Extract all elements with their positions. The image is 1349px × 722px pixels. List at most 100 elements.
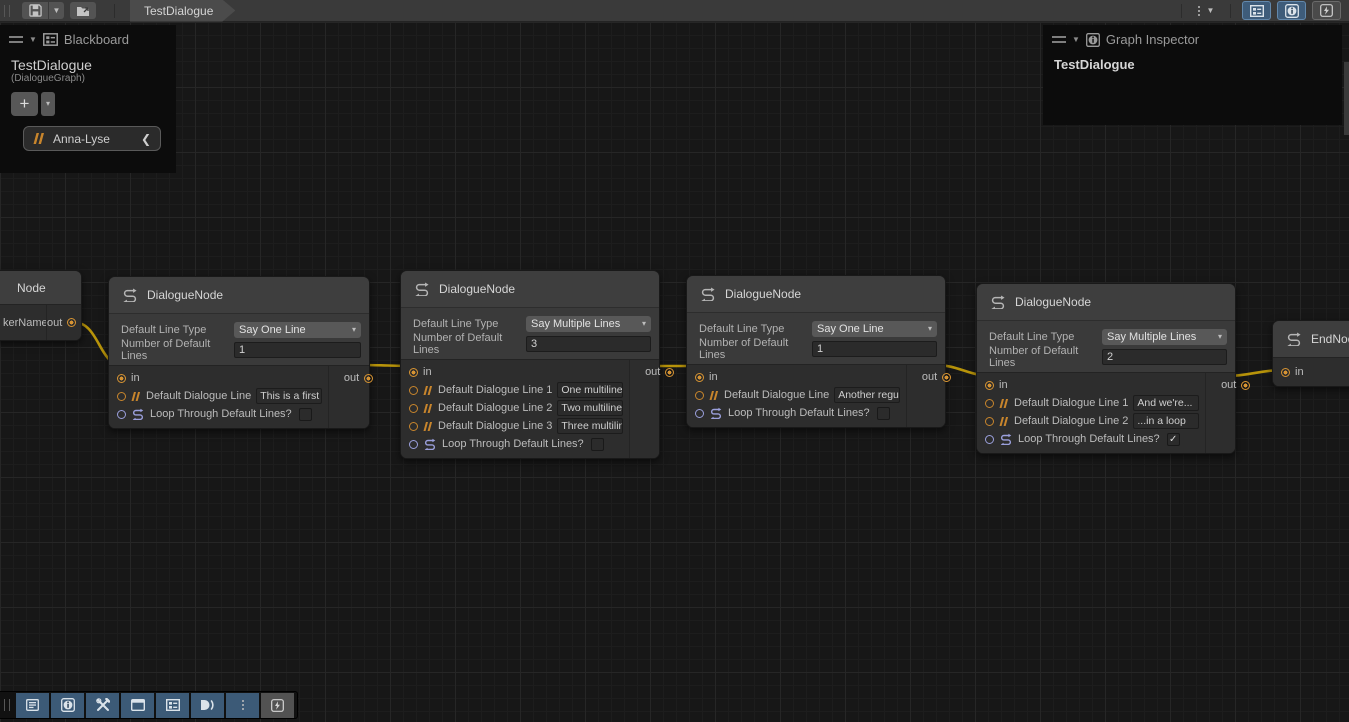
dialogue-line-label: Default Dialogue Line 2 bbox=[1014, 415, 1128, 427]
chevron-down-icon: ▾ bbox=[352, 326, 356, 334]
loop-port[interactable] bbox=[117, 410, 126, 419]
out-port[interactable] bbox=[364, 374, 373, 383]
dialogue-line-label: Default Dialogue Line 1 bbox=[438, 384, 552, 396]
inspector-button[interactable] bbox=[51, 693, 84, 718]
top-toolbar: ▼ TestDialogue ▼ bbox=[0, 0, 1349, 22]
dialogue-line-port[interactable] bbox=[985, 417, 994, 426]
toolbar-separator bbox=[1230, 4, 1231, 18]
in-port[interactable] bbox=[985, 381, 994, 390]
dialogue-node-2[interactable]: DialogueNode Default Line Type Say Multi… bbox=[400, 270, 660, 459]
dialogue-node-4[interactable]: DialogueNode Default Line Type Say Multi… bbox=[976, 283, 1236, 454]
inspector-header[interactable]: ▼ Graph Inspector bbox=[1044, 26, 1341, 53]
loop-checkbox[interactable] bbox=[299, 408, 312, 421]
loop-port[interactable] bbox=[409, 440, 418, 449]
in-port[interactable] bbox=[1281, 368, 1290, 377]
line-type-dropdown[interactable]: Say One Line ▾ bbox=[234, 322, 361, 338]
num-lines-field[interactable]: 1 bbox=[234, 342, 361, 358]
loop-checkbox[interactable] bbox=[591, 438, 604, 451]
end-node[interactable]: EndNode in bbox=[1272, 320, 1349, 387]
blackboard-header[interactable]: ▼ Blackboard bbox=[1, 26, 175, 53]
out-port[interactable] bbox=[1241, 381, 1250, 390]
node-title: DialogueNode bbox=[439, 282, 515, 296]
kebab-menu-button[interactable] bbox=[226, 693, 259, 718]
node-title-bar[interactable]: DialogueNode bbox=[977, 284, 1235, 320]
window-button[interactable] bbox=[121, 693, 154, 718]
loop-checkbox-checked[interactable]: ✓ bbox=[1167, 433, 1180, 446]
collapse-triangle-icon[interactable]: ▼ bbox=[29, 35, 37, 44]
num-lines-field[interactable]: 1 bbox=[812, 341, 937, 357]
dialogue-node-3[interactable]: DialogueNode Default Line Type Say One L… bbox=[686, 275, 946, 428]
node-title-bar[interactable]: DialogueNode bbox=[109, 277, 369, 313]
save-button[interactable] bbox=[22, 2, 48, 19]
dialogue-line-port[interactable] bbox=[409, 386, 418, 395]
dialogue-node-icon bbox=[1285, 332, 1303, 346]
bolt-toggle-button[interactable] bbox=[1312, 1, 1341, 20]
string-quote-icon bbox=[423, 386, 433, 395]
loop-checkbox[interactable] bbox=[877, 407, 890, 420]
collapse-left-icon[interactable]: ❮ bbox=[141, 132, 151, 146]
line-type-dropdown[interactable]: Say Multiple Lines ▾ bbox=[526, 316, 651, 332]
collapse-triangle-icon[interactable]: ▼ bbox=[1072, 35, 1080, 44]
in-port[interactable] bbox=[117, 374, 126, 383]
dialogue-line-field[interactable]: Another regu bbox=[834, 387, 900, 403]
out-port[interactable] bbox=[942, 373, 951, 382]
out-port[interactable] bbox=[665, 368, 674, 377]
dialogue-line-field[interactable]: And we're... bbox=[1133, 395, 1199, 411]
line-type-dropdown[interactable]: Say Multiple Lines ▾ bbox=[1102, 329, 1227, 345]
dialogue-line-field[interactable]: ...in a loop bbox=[1133, 413, 1199, 429]
dropdown-value: Say Multiple Lines bbox=[1107, 331, 1218, 343]
dialogue-line-label: Default Dialogue Line 2 bbox=[438, 402, 552, 414]
in-port[interactable] bbox=[695, 373, 704, 382]
line-type-dropdown[interactable]: Say One Line ▾ bbox=[812, 321, 937, 337]
dialogue-line-port[interactable] bbox=[695, 391, 704, 400]
dialogue-graph-editor-window: ▼ TestDialogue ▼ bbox=[0, 0, 1349, 722]
dialogue-line-field[interactable]: This is a first bbox=[256, 388, 322, 404]
num-lines-field[interactable]: 2 bbox=[1102, 349, 1227, 365]
dialogue-node-1[interactable]: DialogueNode Default Line Type Say One L… bbox=[108, 276, 370, 429]
dialogue-line-port[interactable] bbox=[117, 392, 126, 401]
num-lines-field[interactable]: 3 bbox=[526, 336, 651, 352]
graph-inspector-panel: ▼ Graph Inspector TestDialogue bbox=[1043, 25, 1342, 125]
kebab-menu-button[interactable]: ▼ bbox=[1187, 2, 1225, 19]
dialogue-line-field[interactable]: Two multiline bbox=[557, 400, 623, 416]
out-port[interactable] bbox=[67, 318, 76, 327]
out-port-label: out bbox=[47, 317, 62, 329]
inspector-title: Graph Inspector bbox=[1106, 32, 1199, 47]
node-title-bar[interactable]: Node bbox=[0, 271, 81, 304]
dialogue-line-label: Default Dialogue Line 1 bbox=[1014, 397, 1128, 409]
speaker-node[interactable]: Node kerName out bbox=[0, 270, 82, 341]
in-port-label: in bbox=[999, 379, 1008, 391]
node-title-bar[interactable]: DialogueNode bbox=[687, 276, 945, 312]
blackboard-icon bbox=[166, 699, 180, 711]
node-title-bar[interactable]: EndNode bbox=[1273, 321, 1349, 357]
blackboard-toggle-button[interactable] bbox=[1242, 1, 1271, 20]
drag-handle-icon bbox=[1052, 36, 1066, 43]
loop-port[interactable] bbox=[985, 435, 994, 444]
kebab-menu-icon bbox=[1198, 6, 1200, 16]
loop-port[interactable] bbox=[695, 409, 704, 418]
save-dropdown-button[interactable]: ▼ bbox=[49, 2, 64, 19]
add-property-button[interactable]: + bbox=[11, 92, 38, 116]
graph-tab[interactable]: TestDialogue bbox=[130, 0, 235, 22]
blackboard-property-row[interactable]: Anna-Lyse ❮ bbox=[23, 126, 161, 151]
dialogue-line-port[interactable] bbox=[985, 399, 994, 408]
in-port[interactable] bbox=[409, 368, 418, 377]
blackboard-button[interactable] bbox=[156, 693, 189, 718]
bolt-button[interactable] bbox=[261, 693, 294, 718]
tools-button[interactable] bbox=[86, 693, 119, 718]
console-button[interactable] bbox=[16, 693, 49, 718]
string-quote-icon bbox=[423, 404, 433, 413]
inspector-toggle-button[interactable] bbox=[1277, 1, 1306, 20]
dialogue-line-field[interactable]: One multiline bbox=[557, 382, 623, 398]
dialogue-line-field[interactable]: Three multilin bbox=[557, 418, 623, 434]
chevron-down-icon: ▾ bbox=[1218, 333, 1222, 341]
inspector-scrollbar[interactable] bbox=[1344, 62, 1349, 135]
dialogue-line-port[interactable] bbox=[409, 404, 418, 413]
field-label: Default Line Type bbox=[989, 331, 1102, 343]
add-property-dropdown[interactable]: ▾ bbox=[41, 92, 55, 116]
open-asset-button[interactable] bbox=[70, 2, 96, 19]
node-title-bar[interactable]: DialogueNode bbox=[401, 271, 659, 307]
dialogue-button[interactable] bbox=[191, 693, 224, 718]
chevron-down-icon: ▼ bbox=[53, 7, 61, 15]
dialogue-line-port[interactable] bbox=[409, 422, 418, 431]
